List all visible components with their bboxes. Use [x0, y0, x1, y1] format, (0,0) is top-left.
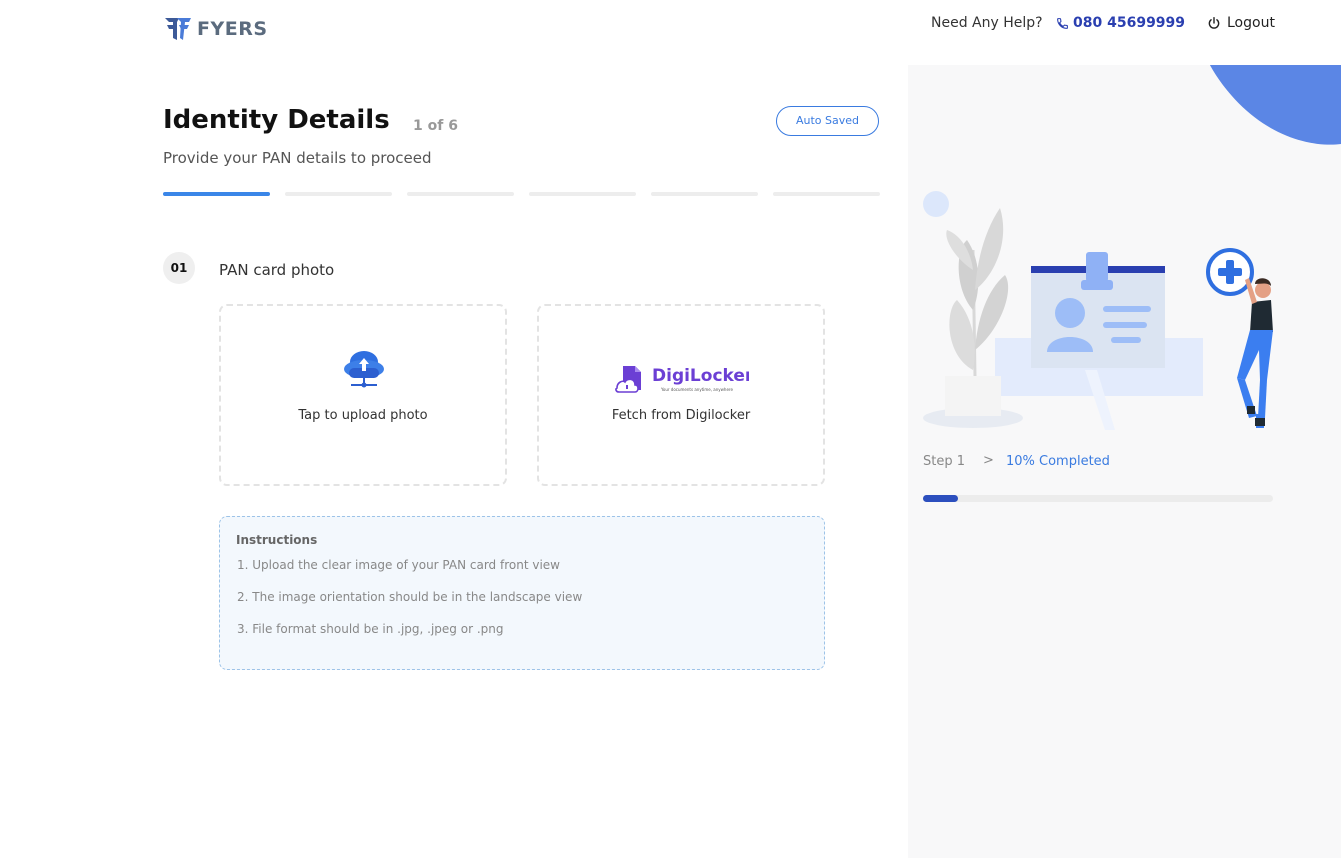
completion-progress-fill: [923, 495, 958, 502]
step-counter: 1 of 6: [413, 118, 458, 134]
chevron-right-icon: >: [983, 453, 994, 468]
phone-number: 080 45699999: [1073, 15, 1186, 31]
completed-label: 10% Completed: [1006, 454, 1110, 469]
phone-icon: [1057, 17, 1068, 29]
fetch-digilocker-button[interactable]: DigiLocker Your documents anytime, anywh…: [537, 304, 825, 486]
instructions-box: Instructions 1. Upload the clear image o…: [219, 516, 825, 670]
page-subtitle: Provide your PAN details to proceed: [163, 149, 432, 167]
completion-progress-bar: [923, 495, 1273, 502]
progress-step-2: [285, 192, 392, 196]
logout-button[interactable]: Logout: [1207, 15, 1275, 31]
instruction-item: 2. The image orientation should be in th…: [237, 590, 583, 604]
cloud-upload-icon: [344, 351, 384, 388]
instruction-item: 1. Upload the clear image of your PAN ca…: [237, 558, 560, 572]
instructions-title: Instructions: [236, 533, 318, 547]
progress-step-4: [529, 192, 636, 196]
progress-step-1: [163, 192, 270, 196]
identity-illustration: [923, 191, 1273, 430]
section-label: PAN card photo: [219, 261, 335, 279]
page-title: Identity Details: [163, 105, 390, 135]
help-text: Need Any Help?: [931, 15, 1043, 31]
power-icon: [1208, 17, 1220, 29]
progress-step-5: [651, 192, 758, 196]
logo-text: FYERS: [197, 18, 268, 40]
fyers-logo-icon: [165, 18, 191, 40]
fyers-logo[interactable]: FYERS: [163, 16, 268, 42]
section-number: 01: [163, 252, 195, 284]
progress-step-6: [773, 192, 880, 196]
auto-saved-badge: Auto Saved: [776, 106, 879, 136]
fetch-digilocker-label: Fetch from Digilocker: [611, 408, 751, 423]
digilocker-tagline: Your documents anytime, anywhere: [660, 387, 733, 392]
upload-photo-label: Tap to upload photo: [298, 408, 428, 423]
logout-label: Logout: [1227, 15, 1275, 31]
instruction-item: 3. File format should be in .jpg, .jpeg …: [237, 622, 504, 636]
side-step-label: Step 1: [923, 454, 966, 469]
top-header: FYERS Need Any Help? 080 45699999 Logout: [0, 0, 1341, 65]
digilocker-logo-icon: DigiLocker Your documents anytime, anywh…: [615, 366, 749, 393]
upload-photo-button[interactable]: Tap to upload photo: [219, 304, 507, 486]
digilocker-brand: DigiLocker: [652, 366, 749, 386]
progress-step-3: [407, 192, 514, 196]
phone-link[interactable]: 080 45699999: [1056, 15, 1185, 31]
